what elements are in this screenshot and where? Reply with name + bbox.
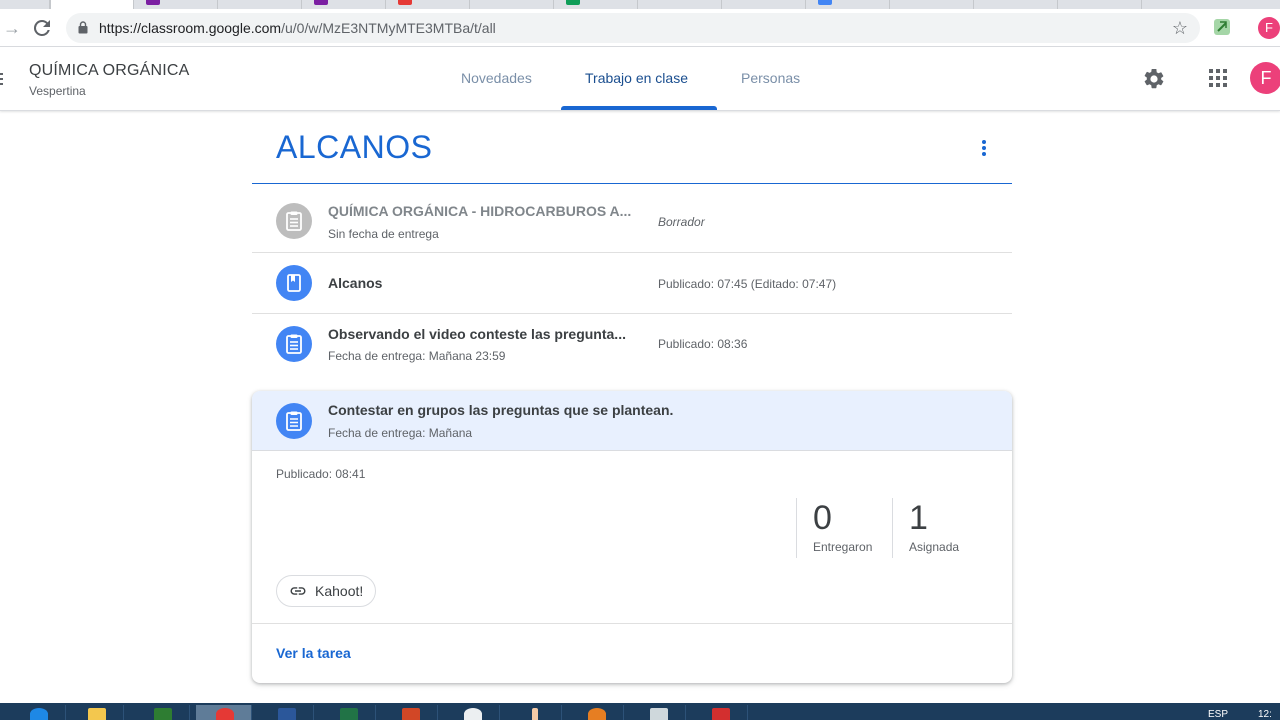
file-explorer-icon[interactable] <box>68 705 124 720</box>
app-icon[interactable] <box>568 705 624 720</box>
topic-divider <box>252 183 1012 184</box>
app-icon[interactable] <box>506 705 562 720</box>
bookmark-star-icon[interactable]: ☆ <box>1172 18 1188 39</box>
link-icon <box>290 587 306 595</box>
apps-grid-icon[interactable] <box>1209 69 1227 87</box>
forward-icon[interactable]: → <box>0 16 24 40</box>
url-text: https://classroom.google.com/u/0/w/MzE3N… <box>99 20 496 36</box>
browser-toolbar: → https://classroom.google.com/u/0/w/MzE… <box>0 9 1280 47</box>
browser-tab-active[interactable] <box>50 0 134 9</box>
powerpoint-icon[interactable] <box>382 705 438 720</box>
card-title: Contestar en grupos las preguntas que se… <box>328 402 674 418</box>
reload-icon[interactable] <box>30 16 54 40</box>
item-published: Publicado: 08:36 <box>658 337 748 351</box>
expanded-assignment-card: Contestar en grupos las preguntas que se… <box>252 391 1012 683</box>
item-published: Publicado: 07:45 (Editado: 07:47) <box>658 277 837 291</box>
classwork-item[interactable]: Observando el video conteste las pregunt… <box>252 314 1012 376</box>
classroom-app-bar: QUÍMICA ORGÁNICA Vespertina Novedades Tr… <box>0 47 1280 111</box>
browser-tab[interactable] <box>722 0 806 9</box>
item-due: Fecha de entrega: Mañana 23:59 <box>328 349 506 363</box>
item-title: Observando el video conteste las pregunt… <box>328 326 626 342</box>
lock-icon <box>78 21 88 34</box>
active-tab-indicator <box>561 106 717 110</box>
class-section: Vespertina <box>29 84 86 98</box>
browser-tab[interactable] <box>470 0 554 9</box>
stat-value: 1 <box>909 499 928 537</box>
language-indicator[interactable]: ESP <box>1208 709 1228 720</box>
classwork-item[interactable]: QUÍMICA ORGÁNICA - HIDROCARBUROS A... Si… <box>252 191 1012 253</box>
class-title[interactable]: QUÍMICA ORGÁNICA <box>29 62 190 80</box>
stat-label: Asignada <box>909 540 960 554</box>
address-bar[interactable]: https://classroom.google.com/u/0/w/MzE3N… <box>66 13 1200 43</box>
main-menu-icon[interactable] <box>0 71 4 87</box>
tab-novedades[interactable]: Novedades <box>461 70 532 86</box>
browser-tab[interactable] <box>218 0 302 9</box>
topic-title: ALCANOS <box>276 129 433 165</box>
card-header[interactable]: Contestar en grupos las preguntas que se… <box>252 391 1012 451</box>
browser-tab[interactable] <box>0 0 50 9</box>
stat-value: 0 <box>813 499 832 537</box>
item-title: QUÍMICA ORGÁNICA - HIDROCARBUROS A... <box>328 203 632 219</box>
item-title: Alcanos <box>328 275 383 291</box>
material-icon <box>276 265 312 301</box>
gear-icon[interactable] <box>1142 67 1166 91</box>
word-icon[interactable] <box>258 705 314 720</box>
assignment-icon <box>276 403 312 439</box>
stat-entregaron[interactable]: 0 Entregaron <box>796 498 872 558</box>
item-status: Borrador <box>658 215 705 229</box>
browser-tab[interactable] <box>974 0 1058 9</box>
view-assignment-link[interactable]: Ver la tarea <box>276 645 351 661</box>
app-icon[interactable] <box>444 705 500 720</box>
browser-tab[interactable] <box>638 0 722 9</box>
url-host: https://classroom.google.com <box>99 20 282 36</box>
tab-personas[interactable]: Personas <box>741 70 800 86</box>
item-due: Sin fecha de entrega <box>328 227 439 241</box>
app-icon[interactable] <box>692 705 748 720</box>
ie-icon[interactable] <box>10 705 66 720</box>
excel-icon[interactable] <box>320 705 376 720</box>
clock[interactable]: 12: <box>1258 709 1272 720</box>
browser-tab[interactable] <box>1058 0 1142 9</box>
tab-trabajo-en-clase[interactable]: Trabajo en clase <box>585 70 688 86</box>
browser-tab[interactable] <box>386 0 470 9</box>
card-due: Fecha de entrega: Mañana <box>328 426 473 440</box>
account-avatar[interactable]: F <box>1250 62 1280 94</box>
browser-tab[interactable] <box>302 0 386 9</box>
chrome-icon[interactable] <box>196 705 252 720</box>
browser-tab[interactable] <box>134 0 218 9</box>
browser-tab[interactable] <box>554 0 638 9</box>
attachment-link-chip[interactable]: Kahoot! <box>276 575 377 607</box>
attachment-label: Kahoot! <box>315 583 364 599</box>
url-path: /u/0/w/MzE3NTMyMTE3MTBa/t/all <box>281 20 496 36</box>
classwork-item[interactable]: Alcanos Publicado: 07:45 (Editado: 07:47… <box>252 253 1012 314</box>
app-icon[interactable] <box>630 705 686 720</box>
more-vert-icon[interactable] <box>974 136 994 160</box>
browser-profile-avatar[interactable]: F <box>1258 17 1280 39</box>
extension-icon[interactable] <box>1212 16 1232 38</box>
stat-label: Entregaron <box>813 540 873 554</box>
card-published: Publicado: 08:41 <box>276 467 366 481</box>
assignment-icon <box>276 326 312 362</box>
os-taskbar: ESP 12: <box>0 703 1280 720</box>
browser-tab-strip <box>0 0 1280 9</box>
store-icon[interactable] <box>134 705 190 720</box>
browser-tab[interactable] <box>806 0 890 9</box>
card-divider <box>252 623 1012 624</box>
assignment-icon <box>276 203 312 239</box>
stat-asignada[interactable]: 1 Asignada <box>892 498 959 558</box>
browser-tab[interactable] <box>890 0 974 9</box>
